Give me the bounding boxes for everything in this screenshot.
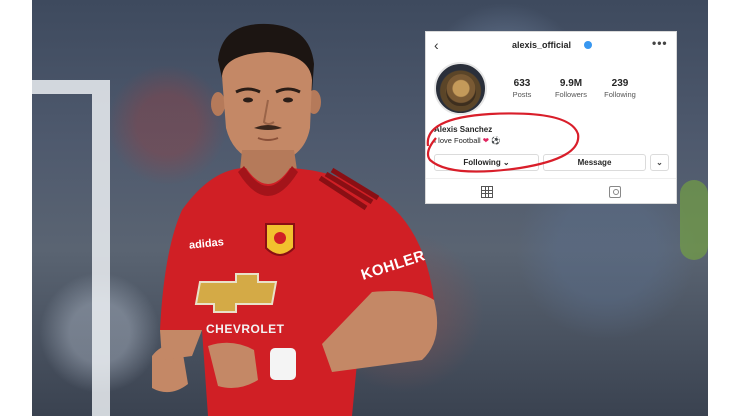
tagged-icon[interactable] bbox=[609, 186, 621, 198]
message-button[interactable]: Message bbox=[543, 154, 646, 171]
profile-bio: I love Football ❤ ⚽ bbox=[434, 136, 501, 145]
following-count: 239 bbox=[611, 78, 629, 89]
posts-stat[interactable]: 633 Posts bbox=[497, 78, 547, 99]
following-button[interactable]: Following ⌄ bbox=[434, 154, 539, 171]
followers-label: Followers bbox=[554, 90, 588, 99]
chevron-down-icon[interactable]: ⌄ bbox=[650, 154, 669, 171]
profile-name: Alexis Sanchez bbox=[434, 125, 493, 134]
lion-avatar-image bbox=[446, 74, 476, 106]
profile-username: alexis_official bbox=[512, 40, 572, 50]
verified-icon bbox=[584, 41, 592, 49]
heart-icon: ❤ bbox=[482, 136, 490, 145]
instagram-profile-card: ‹ alexis_official ••• 633 Posts 9.9M Fol… bbox=[425, 31, 677, 204]
grid-icon[interactable] bbox=[481, 186, 493, 198]
chest-sponsor-text: CHEVROLET bbox=[206, 322, 285, 336]
bio-text: I love Football bbox=[434, 136, 481, 145]
posts-count: 633 bbox=[513, 78, 531, 89]
posts-label: Posts bbox=[512, 90, 532, 99]
back-icon[interactable]: ‹ bbox=[434, 37, 439, 53]
following-label: Following bbox=[604, 90, 636, 99]
football-icon: ⚽ bbox=[491, 136, 501, 145]
profile-tabs bbox=[426, 178, 676, 204]
followers-count: 9.9M bbox=[559, 78, 583, 89]
avatar[interactable] bbox=[434, 62, 487, 115]
following-stat[interactable]: 239 Following bbox=[595, 78, 645, 99]
more-icon[interactable]: ••• bbox=[652, 36, 668, 50]
followers-stat[interactable]: 9.9M Followers bbox=[546, 78, 596, 99]
